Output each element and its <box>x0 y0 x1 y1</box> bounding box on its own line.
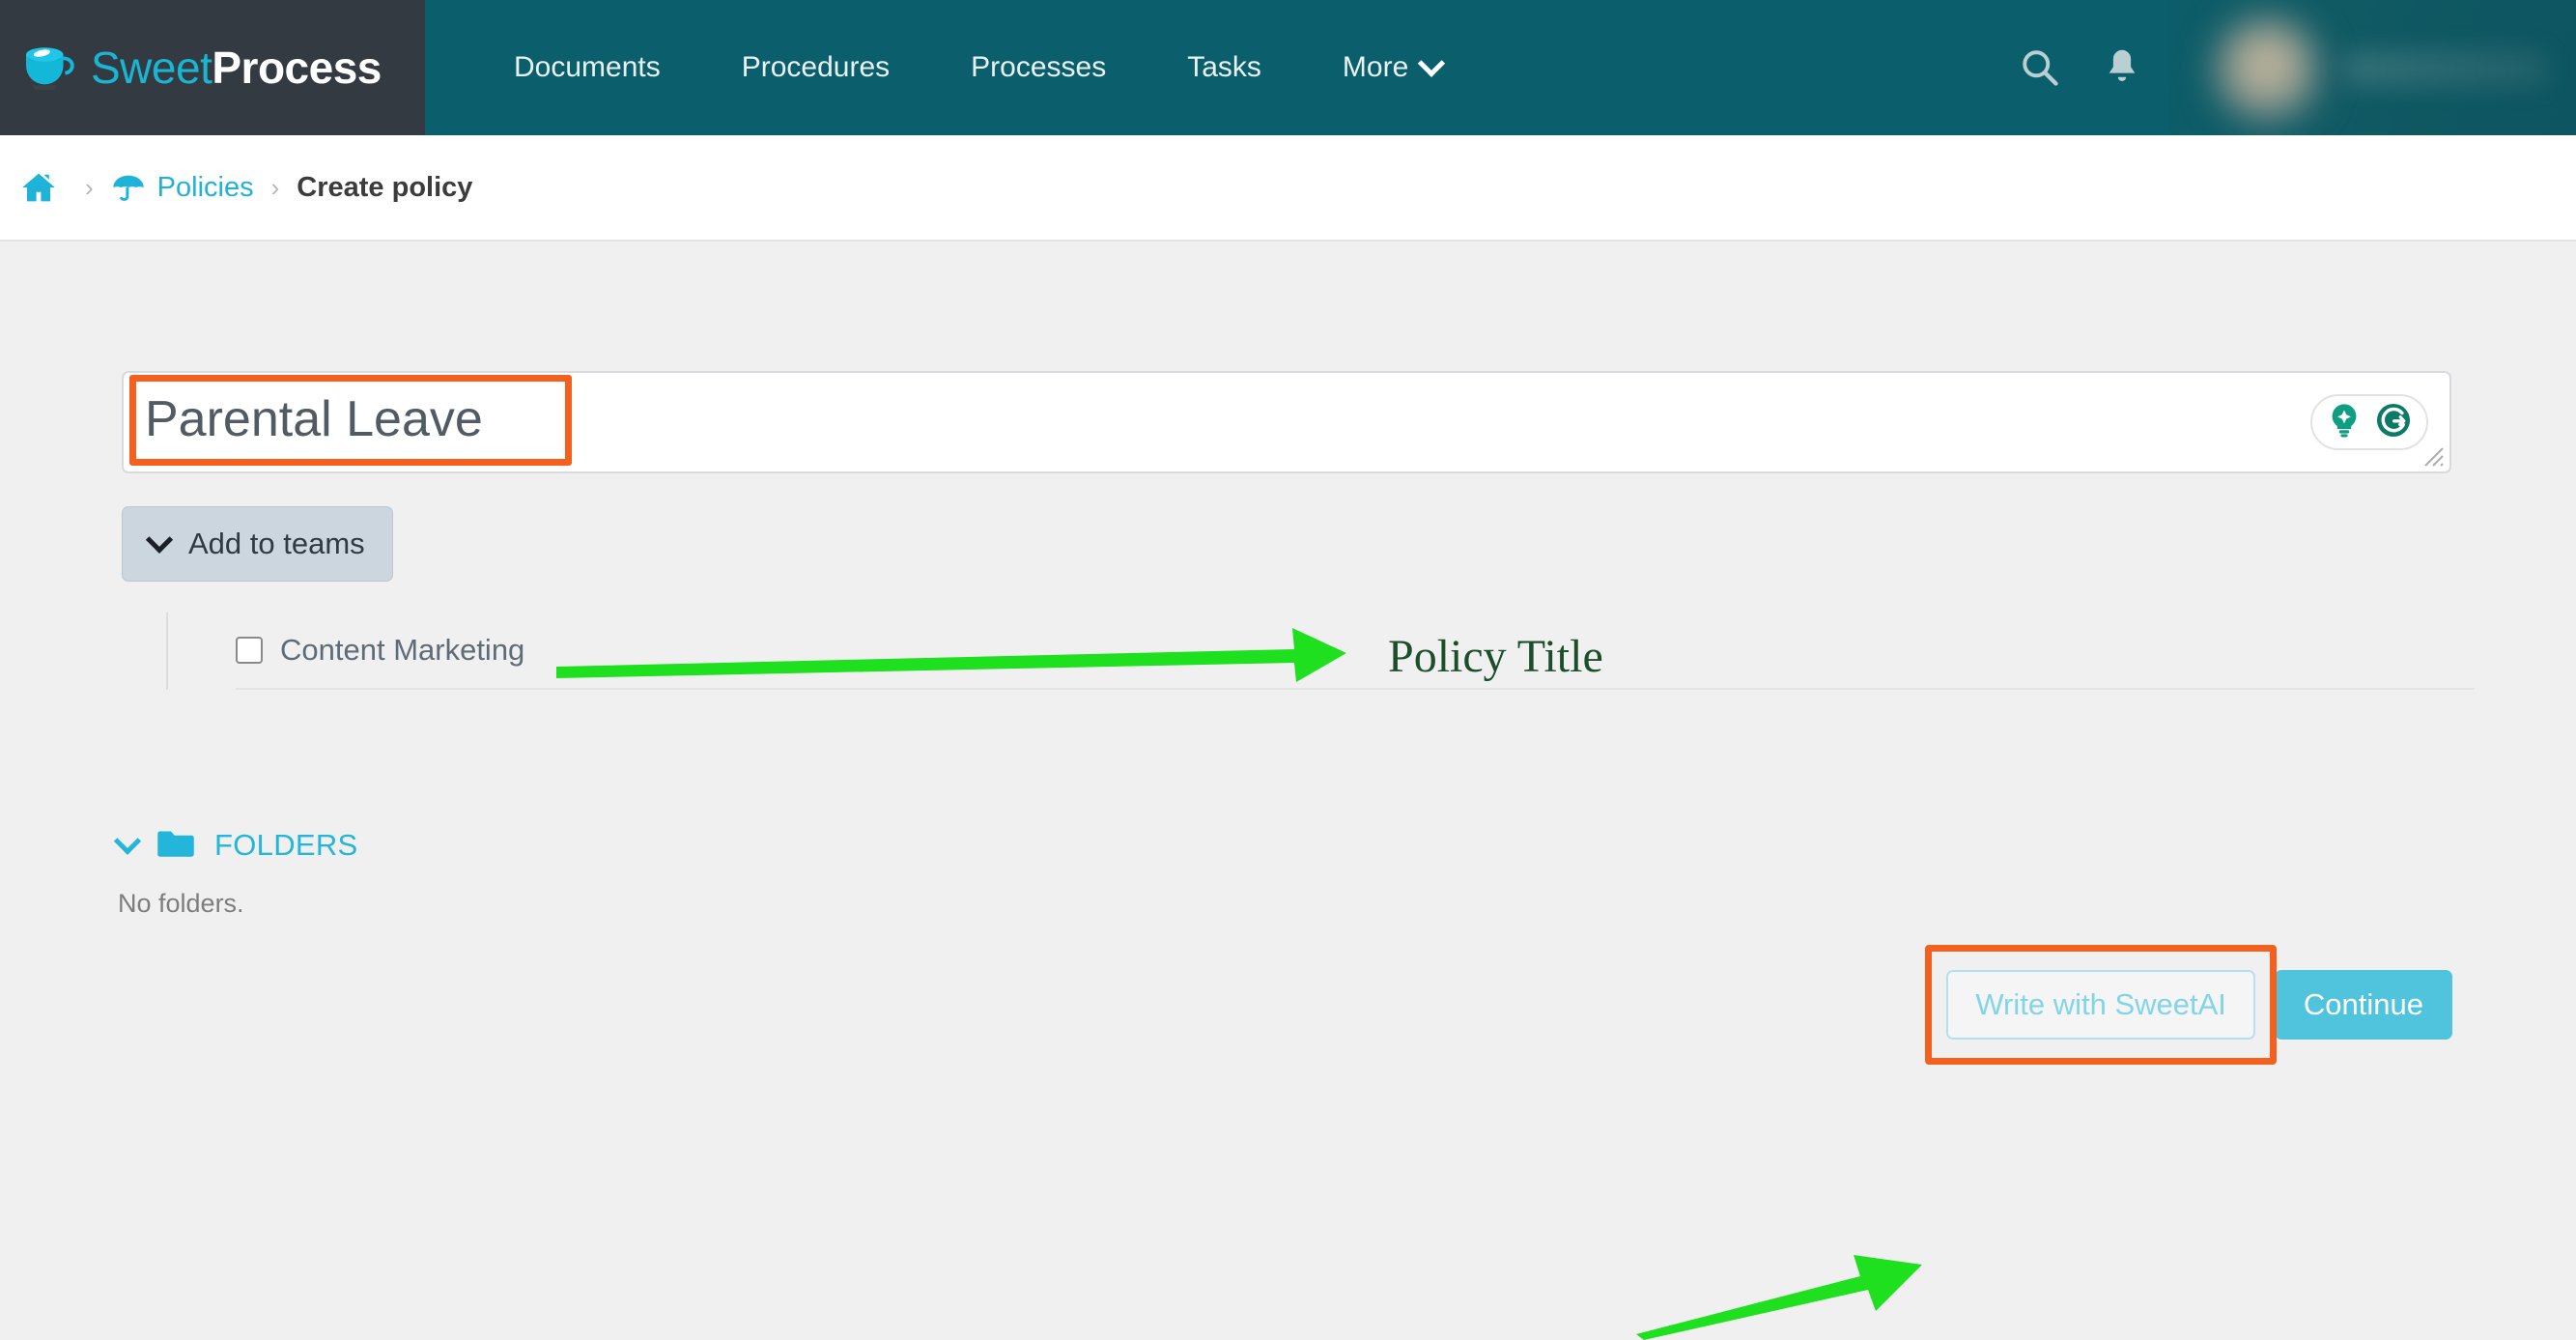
logo-text-sweet: Sweet <box>91 43 212 93</box>
breadcrumb-current-label: Create policy <box>297 171 473 203</box>
search-icon[interactable] <box>2020 47 2060 88</box>
team-checkbox-content-marketing[interactable] <box>236 637 263 664</box>
breadcrumb-home[interactable] <box>21 171 68 204</box>
policy-title-input[interactable]: Parental Leave <box>122 371 2451 473</box>
folder-icon <box>156 829 195 863</box>
main-content: Parental Leave Policy Title Add to teams… <box>0 243 2576 1340</box>
breadcrumb: › Policies › Create policy <box>0 135 2576 242</box>
write-with-sweetai-wrapper: Write with SweetAI <box>1925 945 2278 1065</box>
primary-nav-items: Documents Procedures Processes Tasks Mor… <box>425 0 1482 135</box>
nav-item-tasks[interactable]: Tasks <box>1146 0 1302 135</box>
nav-icon-group <box>2020 0 2170 135</box>
title-assist-icons <box>2310 394 2428 450</box>
teams-list: Content Marketing <box>166 613 2475 690</box>
breadcrumb-policies-label: Policies <box>156 171 254 203</box>
nav-item-processes[interactable]: Processes <box>930 0 1146 135</box>
lightbulb-idea-icon[interactable] <box>2328 403 2361 442</box>
coffee-cup-icon <box>21 43 81 93</box>
breadcrumb-separator: › <box>85 172 94 202</box>
breadcrumb-separator-2: › <box>270 172 280 202</box>
annotation-arrow-to-sweetai <box>1636 1255 1922 1340</box>
policy-title-value: Parental Leave <box>145 391 483 447</box>
add-to-teams-label: Add to teams <box>188 527 365 560</box>
notification-bell-icon[interactable] <box>2103 47 2141 88</box>
form-actions: Write with SweetAI Continue <box>1925 945 2452 1065</box>
user-menu[interactable] <box>2170 0 2576 135</box>
policy-title-row: Parental Leave <box>122 371 2451 473</box>
chevron-down-icon <box>113 827 142 855</box>
continue-button[interactable]: Continue <box>2274 970 2452 1040</box>
logo-text-process: Process <box>212 43 382 93</box>
list-item[interactable]: Content Marketing <box>236 613 2475 690</box>
chevron-down-icon <box>1418 49 1446 77</box>
logo-wordmark: SweetProcess <box>91 45 382 90</box>
breadcrumb-item-policies[interactable]: Policies <box>111 171 254 204</box>
folders-section-header[interactable]: FOLDERS <box>113 827 358 863</box>
add-to-teams-button[interactable]: Add to teams <box>122 506 393 582</box>
nav-item-more-label: More <box>1342 51 1409 83</box>
team-label: Content Marketing <box>280 633 525 667</box>
nav-item-documents[interactable]: Documents <box>473 0 701 135</box>
chevron-down-icon <box>145 526 174 554</box>
avatar <box>2214 17 2320 124</box>
folders-label: FOLDERS <box>214 828 358 862</box>
user-name-label <box>2344 50 2547 87</box>
app-logo[interactable]: SweetProcess <box>0 0 425 135</box>
resize-handle-icon[interactable] <box>2421 444 2445 468</box>
folders-empty-text: No folders. <box>118 889 244 918</box>
breadcrumb-item-current: Create policy <box>297 172 472 204</box>
grammarly-g-icon[interactable] <box>2376 403 2411 442</box>
home-icon <box>21 171 56 204</box>
write-with-sweetai-button[interactable]: Write with SweetAI <box>1946 970 2255 1040</box>
nav-item-procedures[interactable]: Procedures <box>701 0 930 135</box>
umbrella-icon <box>111 171 146 204</box>
top-navigation-bar: SweetProcess Documents Procedures Proces… <box>0 0 2576 135</box>
nav-item-more[interactable]: More <box>1302 0 1482 135</box>
